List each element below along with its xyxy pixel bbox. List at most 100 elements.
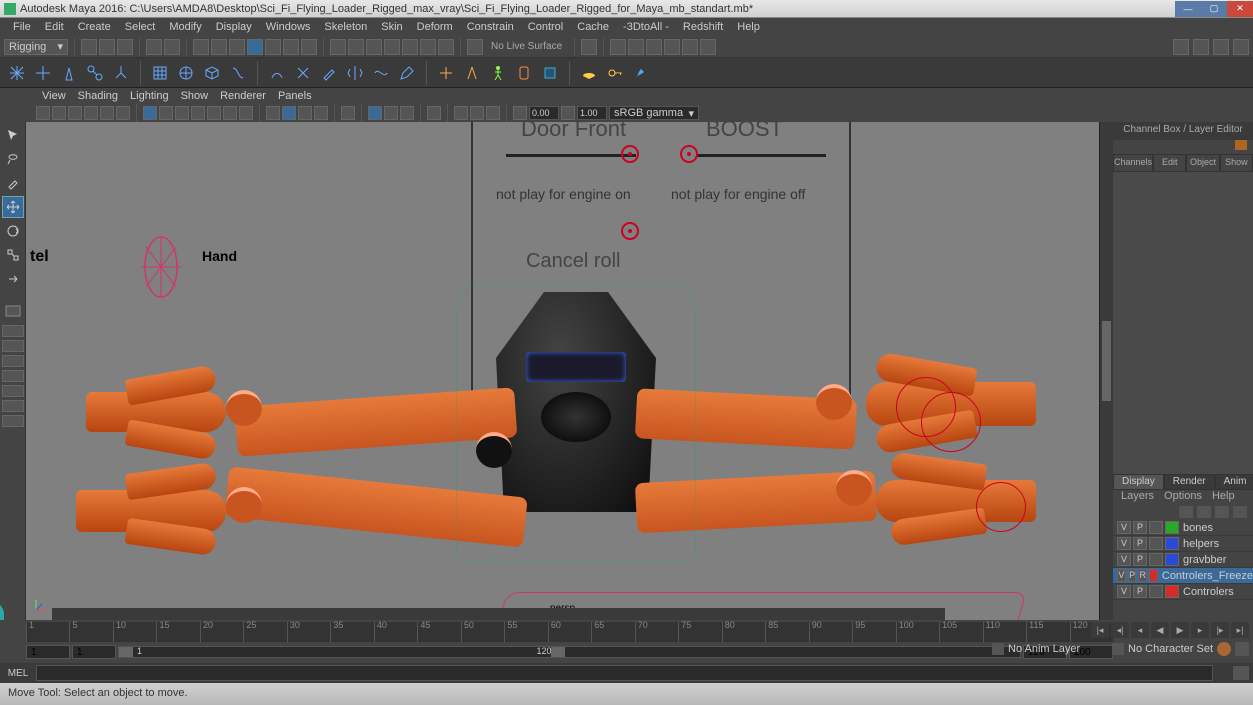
- snap-grid-icon[interactable]: [330, 39, 346, 55]
- menu-3dtoall[interactable]: -3DtoAll -: [616, 19, 676, 35]
- camera-select-icon[interactable]: [36, 106, 50, 120]
- light-manip-icon[interactable]: [700, 39, 716, 55]
- ipr-icon[interactable]: [628, 39, 644, 55]
- script-editor-icon[interactable]: [1233, 666, 1249, 680]
- paint-tool[interactable]: [2, 172, 24, 194]
- menu-cache[interactable]: Cache: [570, 19, 616, 35]
- doorfront-knob[interactable]: [621, 145, 639, 163]
- two-h-icon[interactable]: [2, 340, 24, 352]
- exposure-icon[interactable]: [454, 106, 468, 120]
- cb-pin-icon[interactable]: [1235, 140, 1247, 150]
- play-back-button[interactable]: ◀: [1151, 622, 1169, 638]
- select-all-icon[interactable]: [247, 39, 263, 55]
- layers-menu[interactable]: Layers: [1121, 490, 1154, 506]
- layer-vis[interactable]: V: [1117, 521, 1131, 534]
- anim-layer-dropdown[interactable]: No Anim Layer: [1008, 643, 1108, 655]
- two-v-icon[interactable]: [2, 355, 24, 367]
- render-settings-icon[interactable]: [664, 39, 680, 55]
- four-pane-icon[interactable]: [2, 325, 24, 337]
- layer-row-gravbber[interactable]: V P gravbber: [1113, 552, 1253, 568]
- range-in-input[interactable]: [72, 645, 116, 659]
- film-gate-icon[interactable]: [159, 106, 173, 120]
- lasso-tool[interactable]: [2, 148, 24, 170]
- xray-icon[interactable]: [400, 106, 414, 120]
- panel-view[interactable]: View: [36, 89, 72, 103]
- menu-skin[interactable]: Skin: [374, 19, 409, 35]
- layer-row-controlers[interactable]: V P Controlers: [1113, 584, 1253, 600]
- menu-constrain[interactable]: Constrain: [460, 19, 521, 35]
- panel-lighting[interactable]: Lighting: [124, 89, 175, 103]
- save-scene-icon[interactable]: [117, 39, 133, 55]
- open-scene-icon[interactable]: [99, 39, 115, 55]
- help-menu[interactable]: Help: [1212, 490, 1235, 506]
- panel-renderer[interactable]: Renderer: [214, 89, 272, 103]
- paint-select-icon[interactable]: [229, 39, 245, 55]
- shelf-brush-icon[interactable]: [630, 62, 652, 84]
- move-layer-up-icon[interactable]: [1179, 506, 1193, 518]
- close-button[interactable]: ✕: [1227, 1, 1253, 17]
- magnet-icon[interactable]: [467, 39, 483, 55]
- layer-color[interactable]: [1149, 569, 1158, 582]
- layer-row-controlers-freeze[interactable]: V P R Controlers_Freeze: [1113, 568, 1253, 584]
- layer-type[interactable]: [1149, 585, 1163, 598]
- res-gate-icon[interactable]: [175, 106, 189, 120]
- shelf-detach-icon[interactable]: [292, 62, 314, 84]
- anim-layer-icon[interactable]: [992, 643, 1004, 655]
- play-fwd-button[interactable]: ▶: [1171, 622, 1189, 638]
- maximize-button[interactable]: ▢: [1201, 1, 1227, 17]
- new-layer-icon[interactable]: [1215, 506, 1229, 518]
- command-input[interactable]: [36, 665, 1213, 681]
- layer-vis[interactable]: V: [1117, 585, 1131, 598]
- menu-deform[interactable]: Deform: [410, 19, 460, 35]
- snap-plane-icon[interactable]: [384, 39, 400, 55]
- layer-type[interactable]: R: [1138, 569, 1147, 582]
- step-fwd-button[interactable]: ▸: [1191, 622, 1209, 638]
- three-left-icon[interactable]: [2, 385, 24, 397]
- undo-icon[interactable]: [146, 39, 162, 55]
- shelf-ik-icon[interactable]: [110, 62, 132, 84]
- gamma-icon[interactable]: [470, 106, 484, 120]
- three-top-icon[interactable]: [2, 370, 24, 382]
- tab-anim[interactable]: Anim: [1215, 474, 1253, 490]
- camera-lock-icon[interactable]: [52, 106, 66, 120]
- menu-display[interactable]: Display: [209, 19, 259, 35]
- new-layer-assign-icon[interactable]: [1233, 506, 1247, 518]
- shelf-lattice-icon[interactable]: [149, 62, 171, 84]
- tab-object[interactable]: Object: [1186, 154, 1219, 172]
- layer-play[interactable]: P: [1133, 537, 1147, 550]
- go-end-button[interactable]: ▸|: [1231, 622, 1249, 638]
- three-bot-icon[interactable]: [2, 400, 24, 412]
- snap-live-icon[interactable]: [402, 39, 418, 55]
- layer-row-helpers[interactable]: V P helpers: [1113, 536, 1253, 552]
- menu-select[interactable]: Select: [118, 19, 163, 35]
- layer-color[interactable]: [1165, 553, 1179, 566]
- char-set-icon[interactable]: [1112, 643, 1124, 655]
- panel-show[interactable]: Show: [175, 89, 215, 103]
- tab-channels[interactable]: Channels: [1113, 154, 1153, 172]
- menu-redshift[interactable]: Redshift: [676, 19, 730, 35]
- range-handle-right[interactable]: [551, 647, 565, 657]
- shadows-icon[interactable]: [314, 106, 328, 120]
- layer-color[interactable]: [1165, 585, 1179, 598]
- shelf-flex-icon[interactable]: [370, 62, 392, 84]
- gate-value-input[interactable]: [529, 106, 559, 120]
- shelf-key-icon[interactable]: [604, 62, 626, 84]
- shelf-bind-icon[interactable]: [266, 62, 288, 84]
- go-start-button[interactable]: |◂: [1091, 622, 1109, 638]
- select-obj-icon[interactable]: [283, 39, 299, 55]
- render-seq-icon[interactable]: [646, 39, 662, 55]
- scale-tool[interactable]: [2, 244, 24, 266]
- step-back-key-button[interactable]: ◂|: [1111, 622, 1129, 638]
- select-comp-icon[interactable]: [301, 39, 317, 55]
- viewport[interactable]: Door Front BOOST not play for engine on …: [26, 122, 1099, 620]
- hypershade-icon[interactable]: [682, 39, 698, 55]
- grid-icon[interactable]: [143, 106, 157, 120]
- step-fwd-key-button[interactable]: |▸: [1211, 622, 1229, 638]
- panel-shading[interactable]: Shading: [72, 89, 124, 103]
- motion-blur-icon[interactable]: [427, 106, 441, 120]
- smooth-shade-icon[interactable]: [282, 106, 296, 120]
- options-menu[interactable]: Options: [1164, 490, 1202, 506]
- layer-row-bones[interactable]: V P bones: [1113, 520, 1253, 536]
- menu-create[interactable]: Create: [71, 19, 118, 35]
- select-hier-icon[interactable]: [265, 39, 281, 55]
